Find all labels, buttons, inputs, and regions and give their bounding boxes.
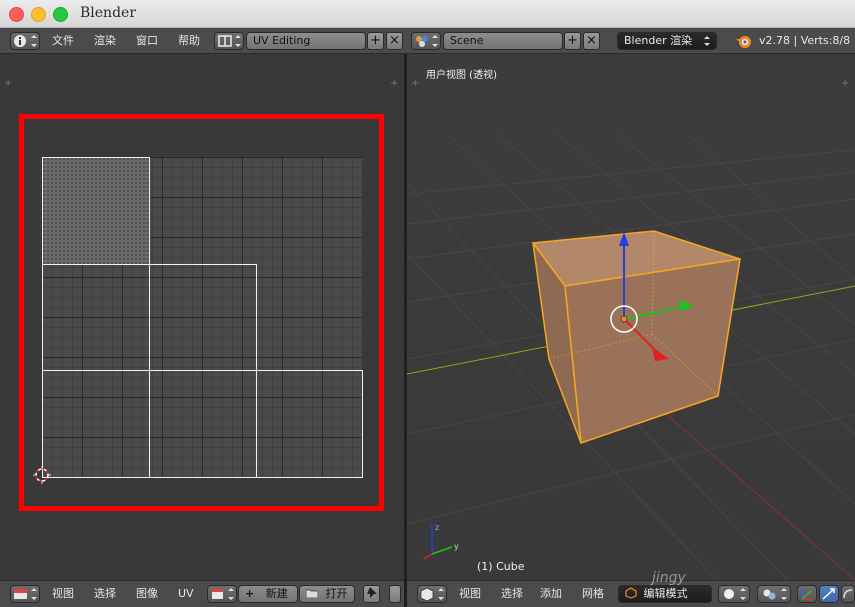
- maximize-window-button[interactable]: [53, 7, 68, 22]
- svg-text:y: y: [454, 542, 459, 551]
- layout-browse-button[interactable]: [214, 32, 244, 50]
- viewport-shading-icon: [724, 588, 746, 600]
- manipulator-icon: [801, 588, 813, 600]
- viewport-view-label: 用户视图 (透视): [426, 70, 497, 81]
- new-image-button[interactable]: + 新建: [238, 585, 298, 603]
- pivot-point-dropdown[interactable]: [757, 585, 791, 603]
- open-image-label: 打开: [325, 587, 348, 600]
- uv-menu-select[interactable]: 选择: [94, 581, 116, 607]
- add-layout-button[interactable]: +: [367, 32, 384, 50]
- image-browse-button[interactable]: [207, 585, 237, 603]
- cube-face-front: [564, 258, 741, 445]
- arrow-icon: [822, 588, 835, 600]
- rotate-manipulator-button[interactable]: [841, 585, 855, 603]
- 3d-menu-view[interactable]: 视图: [459, 581, 481, 607]
- menu-help[interactable]: 帮助: [178, 28, 200, 54]
- area-corner-handle[interactable]: +: [390, 78, 398, 89]
- menu-render[interactable]: 渲染: [94, 28, 116, 54]
- 3d-menu-add[interactable]: 添加: [540, 581, 562, 607]
- view3d-icon: [420, 587, 444, 602]
- uv-menu-image[interactable]: 图像: [136, 581, 158, 607]
- new-image-label: 新建: [265, 587, 288, 600]
- translate-manipulator-button[interactable]: [819, 585, 839, 603]
- active-object-label: (1) Cube: [477, 560, 525, 573]
- uv-header-overflow[interactable]: [389, 585, 401, 603]
- layout-icon: [218, 35, 241, 47]
- open-image-button[interactable]: 打开: [299, 585, 355, 603]
- 3d-view-header: 视图 选择 添加 网格 编辑模式: [407, 580, 855, 607]
- scene-browse-button[interactable]: [411, 32, 441, 50]
- folder-icon: [305, 589, 319, 599]
- interaction-mode-label: 编辑模式: [643, 587, 688, 600]
- viewport-shading-dropdown[interactable]: [718, 585, 750, 603]
- 3d-menu-select[interactable]: 选择: [501, 581, 523, 607]
- uv-editor-type-button[interactable]: [10, 585, 40, 603]
- area-corner-handle[interactable]: +: [411, 78, 419, 89]
- uv-menu-view[interactable]: 视图: [52, 581, 74, 607]
- menu-window[interactable]: 窗口: [136, 28, 158, 54]
- highlight-annotation-box: [19, 114, 384, 511]
- object-origin-dot: [620, 315, 628, 323]
- pivot-icon: [763, 588, 787, 600]
- uv-menu-uv[interactable]: UV: [178, 581, 194, 607]
- minimize-window-button[interactable]: [31, 7, 46, 22]
- render-engine-dropdown[interactable]: Blender 渲染: [617, 32, 717, 50]
- scene-icon: [416, 35, 438, 47]
- image-editor-icon: [14, 588, 37, 600]
- info-header: 文件 渲染 窗口 帮助 UV Editing + × Scene + × Ble…: [0, 28, 855, 54]
- svg-text:z: z: [435, 523, 439, 532]
- pin-button[interactable]: [363, 585, 380, 603]
- area-corner-handle[interactable]: +: [841, 78, 849, 89]
- view-axis-widget: z y: [423, 523, 459, 560]
- 3d-viewport[interactable]: z y: [407, 54, 855, 580]
- info-icon: [14, 35, 37, 47]
- uv-editor-header: 视图 选择 图像 UV + 新建 打开: [0, 580, 404, 607]
- 3d-editor-type-button[interactable]: [417, 585, 447, 603]
- chevron-updown-icon: [704, 36, 710, 46]
- image-browse-icon: [212, 588, 234, 600]
- delete-layout-button[interactable]: ×: [386, 32, 403, 50]
- blender-logo-icon: [736, 36, 751, 48]
- window-titlebar: Blender: [0, 0, 855, 28]
- window-title: Blender: [80, 5, 137, 21]
- add-scene-button[interactable]: +: [564, 32, 581, 50]
- 3d-menu-mesh[interactable]: 网格: [582, 581, 604, 607]
- delete-scene-button[interactable]: ×: [583, 32, 600, 50]
- menu-file[interactable]: 文件: [52, 28, 74, 54]
- close-window-button[interactable]: [9, 7, 24, 22]
- watermark: jingy: [652, 570, 686, 586]
- viewport-scene: z y: [407, 133, 855, 580]
- edit-mode-icon: [625, 587, 637, 599]
- layout-name-field[interactable]: UV Editing: [246, 32, 366, 50]
- render-engine-label: Blender 渲染: [624, 34, 693, 47]
- area-corner-handle[interactable]: +: [4, 78, 12, 89]
- interaction-mode-dropdown[interactable]: 编辑模式: [618, 585, 712, 603]
- rotate-icon: [843, 589, 853, 599]
- editor-type-button[interactable]: [10, 32, 40, 50]
- pin-icon: [366, 587, 377, 598]
- manipulator-toggle[interactable]: [797, 585, 817, 603]
- scene-name-field[interactable]: Scene: [443, 32, 563, 50]
- plus-icon: +: [245, 587, 255, 600]
